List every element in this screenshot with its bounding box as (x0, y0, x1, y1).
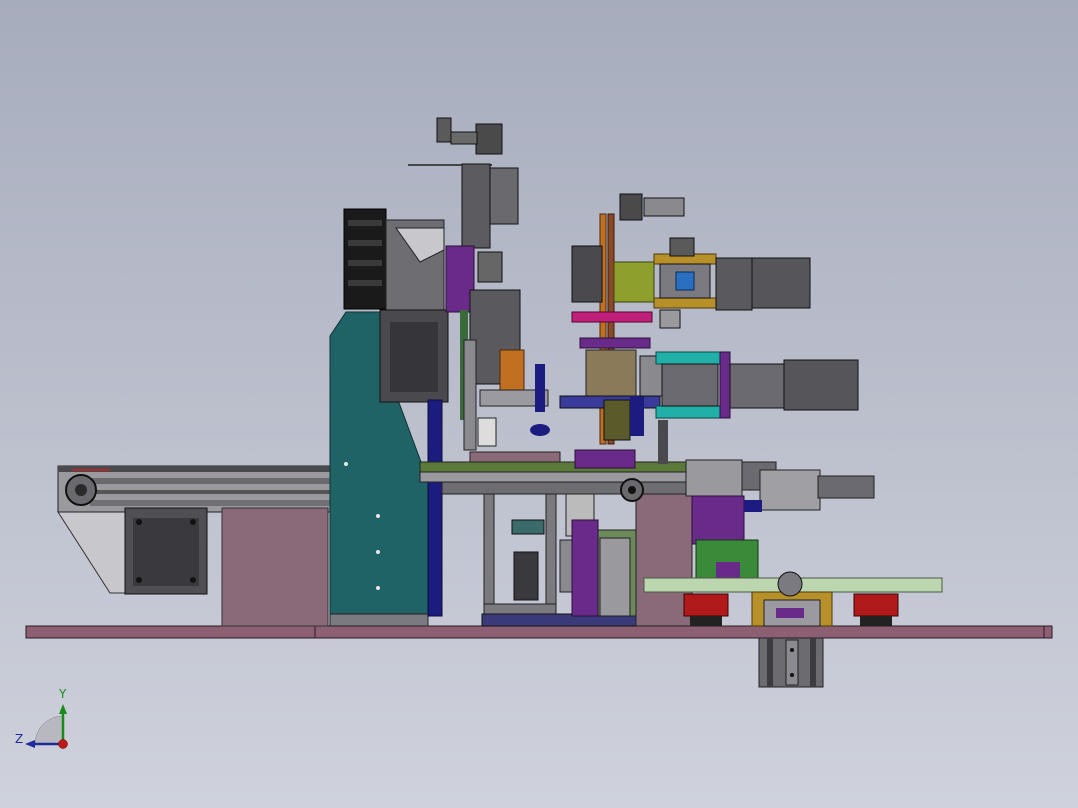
upper-right-motor[interactable] (653, 237, 811, 329)
machine-assembly-drawing[interactable] (0, 0, 1078, 808)
base-plate[interactable] (25, 625, 1053, 639)
triad-z-axis-label: Z (15, 732, 24, 746)
lower-right-motor[interactable] (655, 351, 859, 419)
navy-post[interactable] (427, 399, 443, 617)
left-support-block[interactable] (221, 507, 329, 627)
upper-middle-assembly[interactable] (559, 193, 685, 464)
cad-viewport[interactable]: Y Z (0, 0, 1078, 808)
coordinate-triad (25, 704, 68, 749)
center-rail[interactable] (419, 449, 693, 495)
right-slide-assembly[interactable] (685, 459, 875, 582)
lower-cylinder[interactable] (758, 637, 824, 688)
triad-y-axis-label: Y (59, 687, 67, 701)
